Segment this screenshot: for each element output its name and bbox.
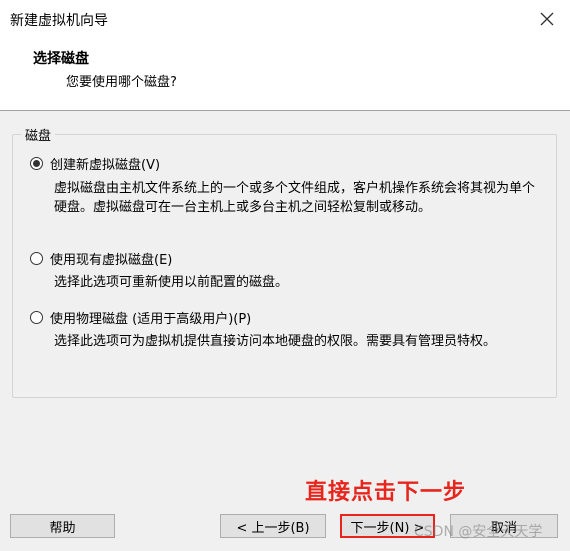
group-legend: 磁盘 bbox=[21, 125, 56, 144]
window-title: 新建虚拟机向导 bbox=[10, 13, 108, 29]
option-create-new-disk[interactable]: 创建新虚拟磁盘(V) bbox=[30, 154, 160, 173]
page-subtitle: 您要使用哪个磁盘? bbox=[66, 75, 177, 90]
option-description: 虚拟磁盘由主机文件系统上的一个或多个文件组成，客户机操作系统会将其视为单个硬盘。… bbox=[54, 181, 536, 215]
wizard-header: 选择磁盘 您要使用哪个磁盘? bbox=[0, 38, 570, 111]
option-label: 使用现有虚拟磁盘(E) bbox=[50, 253, 173, 268]
page-title: 选择磁盘 bbox=[33, 51, 89, 67]
help-button[interactable]: 帮助 bbox=[10, 514, 115, 538]
radio-use-existing-disk[interactable] bbox=[30, 252, 43, 265]
option-description: 选择此选项可重新使用以前配置的磁盘。 bbox=[54, 275, 289, 290]
watermark: CSDN @安全天天学 bbox=[414, 524, 543, 540]
option-use-existing-disk[interactable]: 使用现有虚拟磁盘(E) bbox=[30, 249, 172, 268]
option-use-physical-disk[interactable]: 使用物理磁盘 (适用于高级用户)(P) bbox=[30, 308, 251, 327]
close-icon[interactable] bbox=[536, 8, 558, 30]
title-bar: 新建虚拟机向导 bbox=[0, 0, 570, 38]
option-label: 创建新虚拟磁盘(V) bbox=[50, 158, 161, 173]
radio-create-new-disk[interactable] bbox=[30, 157, 43, 170]
back-button[interactable]: < 上一步(B) bbox=[220, 514, 326, 538]
annotation-text: 直接点击下一步 bbox=[305, 480, 467, 505]
radio-use-physical-disk[interactable] bbox=[30, 311, 43, 324]
option-label: 使用物理磁盘 (适用于高级用户)(P) bbox=[50, 312, 252, 327]
option-description: 选择此选项可为虚拟机提供直接访问本地硬盘的权限。需要具有管理员特权。 bbox=[54, 334, 497, 349]
